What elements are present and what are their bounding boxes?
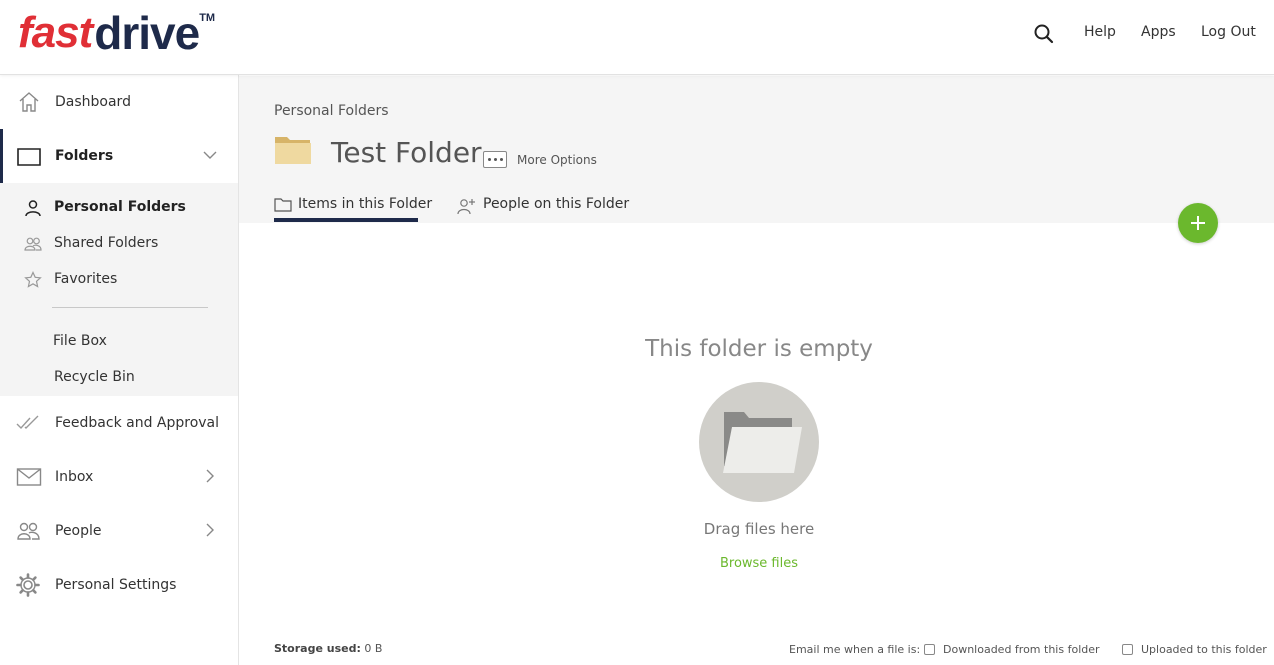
double-check-icon [16, 411, 42, 435]
nav-dashboard[interactable]: Dashboard [0, 75, 238, 129]
drag-files-text: Drag files here [703, 520, 815, 538]
storage-used-label: Storage used: [274, 642, 361, 655]
uploaded-label[interactable]: Uploaded to this folder [1141, 643, 1267, 656]
storage-used-value: 0 B [364, 642, 383, 655]
downloaded-checkbox[interactable] [924, 644, 935, 655]
empty-folder-illustration [699, 382, 819, 502]
more-options-button[interactable] [483, 151, 507, 168]
nav-folders-label: Folders [55, 148, 114, 164]
ellipsis-dot [499, 158, 503, 161]
storage-used: Storage used: 0 B [274, 642, 382, 655]
email-notify-label: Email me when a file is: [789, 643, 921, 656]
active-tab-indicator [274, 218, 418, 222]
chevron-right-icon[interactable] [202, 522, 218, 538]
people-icon [16, 519, 42, 543]
search-icon[interactable] [1033, 23, 1055, 45]
downloaded-label[interactable]: Downloaded from this folder [943, 643, 1100, 656]
fastdrive-logo[interactable]: fast drive TM [18, 8, 215, 58]
logo-fast-text: fast [18, 8, 93, 57]
nav-feedback-approval[interactable]: Feedback and Approval [0, 396, 238, 450]
sub-shared-label: Shared Folders [54, 235, 159, 251]
top-header: fast drive TM Help Apps Log Out [0, 0, 1274, 75]
empty-state-title: This folder is empty [645, 336, 873, 362]
star-icon [24, 271, 42, 289]
sub-personal-folders[interactable]: Personal Folders [0, 191, 238, 225]
folder-icon [274, 134, 312, 166]
sub-favorites-label: Favorites [54, 271, 118, 287]
uploaded-checkbox[interactable] [1122, 644, 1133, 655]
apps-link[interactable]: Apps [1141, 24, 1176, 40]
sub-personal-label: Personal Folders [54, 199, 186, 215]
tab-people-on-folder[interactable]: People on this Folder [457, 194, 630, 224]
tab-people-label: People on this Folder [483, 196, 630, 212]
sub-recycle-bin[interactable]: Recycle Bin [0, 361, 238, 395]
chevron-right-icon[interactable] [202, 468, 218, 484]
logo-trademark: TM [199, 12, 216, 24]
sidebar: Dashboard Folders Personal Folders Share… [0, 75, 239, 665]
people-icon [24, 235, 42, 253]
folders-submenu: Personal Folders Shared Folders Favorite… [0, 183, 238, 396]
ellipsis-dot [493, 158, 497, 161]
nav-feedback-label: Feedback and Approval [55, 415, 220, 431]
sub-filebox-label: File Box [53, 333, 107, 349]
nav-folders[interactable]: Folders [0, 129, 238, 183]
gear-icon [16, 573, 42, 597]
more-options-label[interactable]: More Options [517, 153, 597, 167]
sub-favorites[interactable]: Favorites [0, 263, 238, 297]
sub-recycle-label: Recycle Bin [54, 369, 135, 385]
home-icon [16, 90, 42, 114]
ellipsis-dot [487, 158, 491, 161]
folder-title: Test Folder [331, 136, 482, 169]
person-icon [24, 199, 42, 217]
folder-outline-icon [274, 197, 292, 213]
logo-drive-text: drive [94, 7, 200, 59]
nav-settings-label: Personal Settings [55, 577, 177, 593]
nav-inbox[interactable]: Inbox [0, 450, 238, 504]
nav-people[interactable]: People [0, 504, 238, 558]
submenu-divider [52, 307, 208, 308]
tab-items-label: Items in this Folder [298, 196, 433, 212]
open-folder-icon [723, 412, 802, 473]
nav-personal-settings[interactable]: Personal Settings [0, 558, 238, 612]
nav-dashboard-label: Dashboard [55, 94, 131, 110]
folder-icon [16, 144, 42, 168]
plus-icon [1191, 216, 1205, 230]
breadcrumb[interactable]: Personal Folders [274, 103, 389, 119]
browse-files-link[interactable]: Browse files [660, 556, 858, 571]
sub-shared-folders[interactable]: Shared Folders [0, 227, 238, 261]
nav-people-label: People [55, 523, 102, 539]
add-person-icon [457, 197, 475, 215]
sub-file-box[interactable]: File Box [0, 325, 238, 359]
nav-inbox-label: Inbox [55, 469, 94, 485]
logout-link[interactable]: Log Out [1201, 24, 1256, 40]
chevron-down-icon[interactable] [202, 147, 218, 163]
help-link[interactable]: Help [1084, 24, 1116, 40]
mail-icon [16, 465, 42, 489]
add-button[interactable] [1178, 203, 1218, 243]
